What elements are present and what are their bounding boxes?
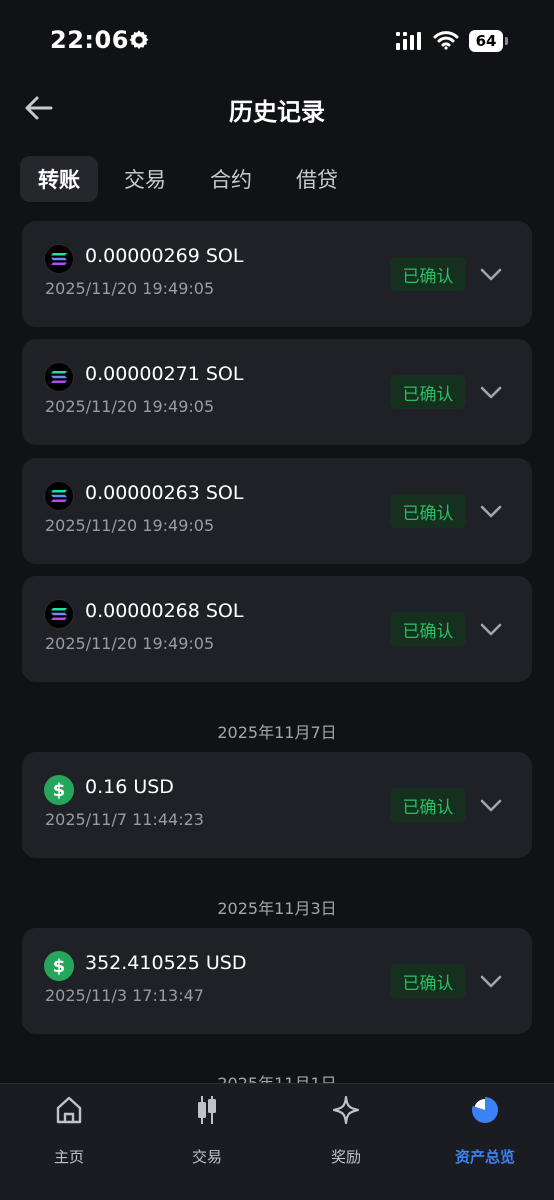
wifi-icon bbox=[433, 31, 459, 50]
chevron-down-icon[interactable] bbox=[478, 616, 504, 642]
chevron-down-icon[interactable] bbox=[478, 968, 504, 994]
nav-label: 交易 bbox=[191, 1148, 222, 1166]
transaction-card[interactable]: 0.00000268 SOL 2025/11/20 19:49:05 已确认 bbox=[22, 576, 532, 682]
transaction-amount: 0.00000263 SOL bbox=[85, 482, 244, 504]
gear-icon bbox=[129, 30, 149, 50]
tab-transfer[interactable]: 转账 bbox=[20, 156, 98, 202]
chevron-down-icon[interactable] bbox=[478, 379, 504, 405]
solana-icon bbox=[44, 244, 74, 274]
tab-trade[interactable]: 交易 bbox=[106, 156, 184, 202]
solana-icon bbox=[44, 362, 74, 392]
transaction-card[interactable]: 0.00000269 SOL 2025/11/20 19:49:05 已确认 bbox=[22, 221, 532, 327]
tab-lending[interactable]: 借贷 bbox=[278, 156, 356, 202]
battery-tip bbox=[505, 37, 508, 45]
transaction-time: 2025/11/20 19:49:05 bbox=[45, 634, 215, 653]
transaction-time: 2025/11/20 19:49:05 bbox=[45, 279, 215, 298]
transaction-time: 2025/11/20 19:49:05 bbox=[45, 397, 215, 416]
transaction-card[interactable]: $ 0.16 USD 2025/11/7 11:44:23 已确认 bbox=[22, 752, 532, 858]
transaction-amount: 0.00000268 SOL bbox=[85, 600, 244, 622]
transaction-amount: 352.410525 USD bbox=[85, 952, 247, 974]
solana-icon bbox=[44, 599, 74, 629]
sparkle-icon bbox=[332, 1095, 360, 1125]
transaction-time: 2025/11/7 11:44:23 bbox=[45, 810, 204, 829]
transaction-amount: 0.16 USD bbox=[85, 776, 174, 798]
date-header: 2025年11月3日 bbox=[217, 899, 337, 918]
home-icon bbox=[56, 1096, 82, 1124]
pie-chart-icon bbox=[472, 1097, 498, 1123]
status-badge: 已确认 bbox=[390, 788, 466, 822]
transaction-card[interactable]: 0.00000271 SOL 2025/11/20 19:49:05 已确认 bbox=[22, 339, 532, 445]
status-badge: 已确认 bbox=[390, 257, 466, 291]
status-badge: 已确认 bbox=[390, 964, 466, 998]
date-header: 2025年11月7日 bbox=[217, 723, 337, 742]
cellular-signal-icon bbox=[396, 32, 421, 50]
nav-label: 资产总览 bbox=[454, 1148, 515, 1166]
tab-contract[interactable]: 合约 bbox=[192, 156, 270, 202]
nav-label: 主页 bbox=[53, 1148, 84, 1166]
transaction-time: 2025/11/20 19:49:05 bbox=[45, 516, 215, 535]
transaction-amount: 0.00000271 SOL bbox=[85, 363, 244, 385]
status-badge: 已确认 bbox=[390, 375, 466, 409]
battery-level: 64 bbox=[469, 30, 503, 52]
header: 历史记录 bbox=[0, 84, 554, 134]
chevron-down-icon[interactable] bbox=[478, 498, 504, 524]
nav-assets[interactable]: 资产总览 bbox=[440, 1094, 530, 1166]
candlestick-icon bbox=[198, 1096, 216, 1124]
chevron-down-icon[interactable] bbox=[478, 261, 504, 287]
bottom-nav: 主页 交易 奖励 资产总览 bbox=[0, 1083, 554, 1200]
dollar-icon: $ bbox=[44, 951, 74, 981]
status-bar: 22:06 64 bbox=[0, 0, 554, 84]
nav-label: 奖励 bbox=[330, 1148, 361, 1166]
nav-home[interactable]: 主页 bbox=[24, 1094, 114, 1166]
tab-bar: 转账 交易 合约 借贷 bbox=[20, 156, 364, 202]
page-title: 历史记录 bbox=[229, 98, 325, 126]
dollar-icon: $ bbox=[44, 775, 74, 805]
status-time: 22:06 bbox=[50, 26, 129, 54]
battery-indicator: 64 bbox=[469, 30, 509, 52]
nav-rewards[interactable]: 奖励 bbox=[301, 1094, 391, 1166]
status-badge: 已确认 bbox=[390, 612, 466, 646]
transaction-amount: 0.00000269 SOL bbox=[85, 245, 244, 267]
nav-trade[interactable]: 交易 bbox=[162, 1094, 252, 1166]
transaction-card[interactable]: 0.00000263 SOL 2025/11/20 19:49:05 已确认 bbox=[22, 458, 532, 564]
chevron-down-icon[interactable] bbox=[478, 792, 504, 818]
solana-icon bbox=[44, 481, 74, 511]
status-badge: 已确认 bbox=[390, 494, 466, 528]
transaction-card[interactable]: $ 352.410525 USD 2025/11/3 17:13:47 已确认 bbox=[22, 928, 532, 1034]
transaction-time: 2025/11/3 17:13:47 bbox=[45, 986, 204, 1005]
